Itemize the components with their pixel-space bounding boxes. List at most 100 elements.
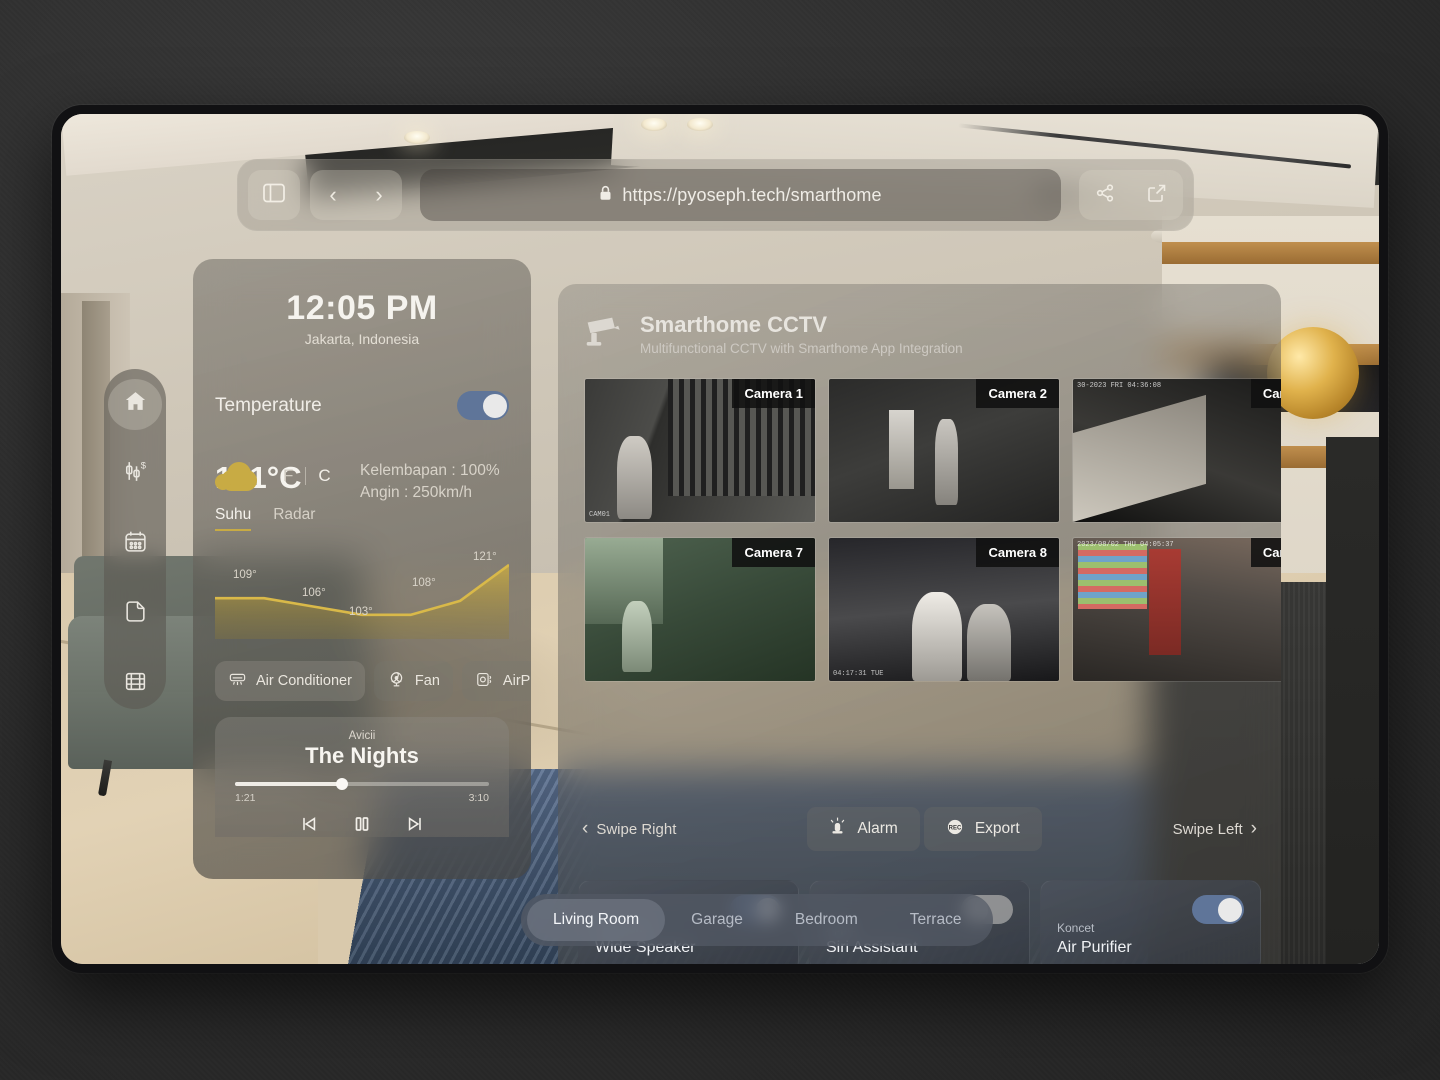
weather-tabs: Suhu Radar [215,506,509,531]
cctv-subtitle: Multifunctional CCTV with Smarthome App … [640,341,963,356]
toggle-knob [1217,897,1242,922]
music-progress-fill [235,782,342,786]
camera-tile[interactable]: 30-2023 FRI 04:36:08 Cam [1072,378,1281,523]
room-tab-living-room[interactable]: Living Room [527,899,666,941]
chevron-left-icon: ‹ [329,182,337,207]
skip-back-icon [299,817,319,838]
unit-toggle: F C [283,466,331,486]
chip-label: Fan [414,673,440,689]
air-conditioner-icon [228,670,247,693]
chart-point-label-3: 103° [349,606,373,618]
skip-forward-icon [405,817,425,838]
sidebar-item-home[interactable] [108,379,162,430]
chip-label: AirP [502,673,531,689]
music-progress-slider[interactable] [235,778,489,790]
cctv-camera-icon [584,315,624,354]
chart-point-label-5: 121° [473,551,497,563]
tablet-screen: ‹ › https://pyoseph.tech/smarthome $ 12:… [61,114,1379,964]
share-button[interactable] [1079,170,1131,220]
sidebar-toggle-button[interactable] [248,170,300,220]
device-card-air-purifier[interactable]: Koncet Air Purifier [1040,880,1261,964]
svg-text:$: $ [140,461,146,471]
camera-tile[interactable]: Camera 7 [584,537,816,682]
camera-label: Camera 7 [732,538,815,567]
camera-label: Cam [1250,379,1281,408]
cctv-title: Smarthome CCTV [640,312,828,337]
unit-divider [305,467,307,485]
camera-tile[interactable]: 04:17:31 TUE Camera 8 [828,537,1060,682]
music-title: The Nights [305,743,419,768]
share-icon [1095,183,1115,208]
cctv-panel: Smarthome CCTV Multifunctional CCTV with… [558,284,1281,964]
sidebar-item-calendar[interactable] [108,519,162,570]
film-icon [123,669,148,699]
document-icon [123,599,148,629]
clock-location: Jakarta, Indonesia [304,331,420,347]
weather-summary: F C Kelembapan : 100% Angin : 250km/h 12… [215,460,509,501]
rec-icon: REC [946,818,964,841]
air-purifier-icon [475,670,494,693]
tablet-device-frame: ‹ › https://pyoseph.tech/smarthome $ 12:… [52,105,1388,973]
tab-radar[interactable]: Radar [273,506,315,531]
appliance-chips: Air Conditioner Fan AirP [215,661,531,701]
room-tab-bedroom[interactable]: Bedroom [769,899,884,941]
camera-tile[interactable]: CAM01 Camera 1 [584,378,816,523]
candlestick-dollar-icon: $ [123,459,148,489]
music-artist: Avicii [348,730,376,742]
url-address-bar[interactable]: https://pyoseph.tech/smarthome [420,169,1061,221]
chevron-left-icon: ‹ [582,818,589,839]
clock-time: 12:05 PM [286,289,438,327]
alarm-button[interactable]: Alarm [807,807,920,851]
sidebar-item-media[interactable] [108,658,162,709]
music-progress-knob[interactable] [335,778,348,790]
swipe-right-button[interactable]: ‹ Swipe Right [582,818,676,840]
chevron-right-icon: › [1250,818,1257,839]
unit-celsius[interactable]: C [318,466,330,486]
sidebar-item-finance[interactable]: $ [108,449,162,500]
camera-label: Cam [1250,538,1281,567]
unit-fahrenheit[interactable]: F [283,466,293,486]
open-external-icon [1147,183,1167,208]
temperature-chart: 109° 106° 103° 108° 121° [215,543,509,639]
music-controls [235,813,489,840]
camera-label: Camera 1 [732,379,815,408]
device-toggle[interactable] [1192,895,1244,924]
nav-button-group: ‹ › [310,170,402,220]
swipe-left-label: Swipe Left [1172,820,1243,838]
swipe-right-label: Swipe Right [596,820,677,838]
browser-actions-group [1079,170,1183,220]
chip-air-conditioner[interactable]: Air Conditioner [215,661,365,701]
camera-tile[interactable]: Camera 2 [828,378,1060,523]
chip-air-purifier[interactable]: AirP [461,661,531,701]
home-weather-panel: 12:05 PM Jakarta, Indonesia Temperature … [193,259,531,879]
camera-timestamp: 04:17:31 TUE [833,670,884,678]
cctv-action-group: Alarm REC Export [676,807,1172,851]
swipe-left-button[interactable]: Swipe Left › [1173,818,1257,840]
room-tab-garage[interactable]: Garage [665,899,769,941]
toggle-knob [482,393,507,418]
music-duration: 3:10 [468,792,489,804]
music-next-button[interactable] [405,814,425,839]
sidebar-item-files[interactable] [108,588,162,639]
forward-button[interactable]: › [356,170,402,220]
music-prev-button[interactable] [299,814,319,839]
cctv-header: Smarthome CCTV Multifunctional CCTV with… [558,284,1281,356]
home-icon [123,389,148,419]
tab-suhu[interactable]: Suhu [215,506,252,531]
music-play-pause-button[interactable] [351,813,373,840]
temperature-toggle[interactable] [457,391,509,420]
cctv-controls: ‹ Swipe Right Alarm REC Export Swipe Lef… [558,800,1281,858]
room-tab-terrace[interactable]: Terrace [884,899,988,941]
back-button[interactable]: ‹ [310,170,356,220]
chart-point-label-2: 106° [302,587,326,599]
camera-tile[interactable]: 2023/08/02 THU 04:05:37 Cam [1072,537,1281,682]
chip-fan[interactable]: Fan [373,661,453,701]
open-external-button[interactable] [1131,170,1183,220]
export-button[interactable]: REC Export [923,807,1042,851]
lock-icon [599,185,612,206]
alarm-siren-icon [829,817,846,841]
device-brand: Koncet [1057,921,1095,935]
camera-timestamp: 30-2023 FRI 04:36:08 [1077,382,1162,390]
camera-label: Camera 2 [976,379,1059,408]
music-times: 1:21 3:10 [235,792,489,804]
